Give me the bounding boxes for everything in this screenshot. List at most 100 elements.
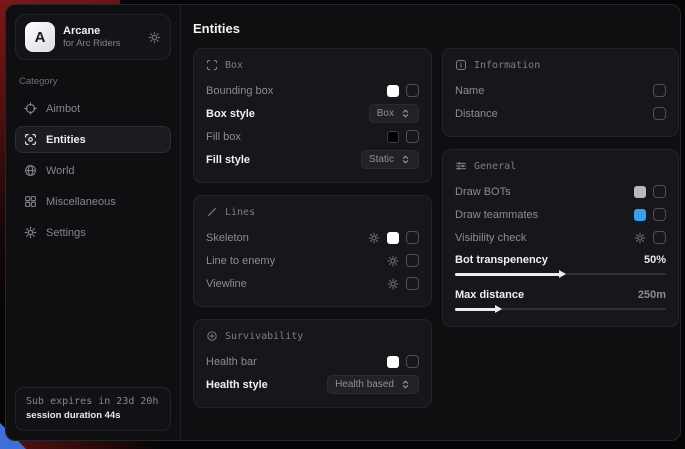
subscription-card: Sub expires in 23d 20h session duration … bbox=[15, 387, 171, 431]
sidebar-nav: Aimbot Entities World Miscellaneous Sett… bbox=[15, 95, 171, 246]
globe-icon bbox=[24, 164, 37, 177]
setting-label: Fill style bbox=[206, 154, 250, 166]
setting-row-line-to-enemy: Line to enemy bbox=[206, 250, 419, 271]
setting-label: Visibility check bbox=[455, 232, 526, 244]
sidebar-item-settings[interactable]: Settings bbox=[15, 219, 171, 246]
checkbox[interactable] bbox=[406, 130, 419, 143]
sidebar-item-entities[interactable]: Entities bbox=[15, 126, 171, 153]
sidebar: A Arcane for Arc Riders Category Aimbot … bbox=[6, 5, 181, 440]
sidebar-item-label: Aimbot bbox=[46, 103, 80, 115]
gear-icon[interactable] bbox=[634, 232, 646, 244]
sidebar-item-aimbot[interactable]: Aimbot bbox=[15, 95, 171, 122]
color-swatch[interactable] bbox=[634, 209, 646, 221]
checkbox[interactable] bbox=[406, 277, 419, 290]
dropdown-value: Static bbox=[369, 154, 394, 165]
max-distance-slider[interactable] bbox=[455, 304, 666, 314]
setting-label: Bot transpenency bbox=[455, 254, 548, 266]
setting-label: Max distance bbox=[455, 289, 524, 301]
sidebar-item-world[interactable]: World bbox=[15, 157, 171, 184]
setting-row-name: Name bbox=[455, 80, 666, 101]
setting-row-distance: Distance bbox=[455, 103, 666, 124]
sliders-icon bbox=[455, 160, 467, 172]
setting-label: Health bar bbox=[206, 356, 257, 368]
setting-label: Bounding box bbox=[206, 85, 273, 97]
card-box-header: Box bbox=[206, 59, 419, 71]
checkbox[interactable] bbox=[653, 185, 666, 198]
color-swatch[interactable] bbox=[387, 356, 399, 368]
setting-label: Draw BOTs bbox=[455, 186, 511, 198]
setting-row-health-style: Health style Health based bbox=[206, 374, 419, 395]
sidebar-item-label: Miscellaneous bbox=[46, 196, 116, 208]
sidebar-item-label: World bbox=[46, 165, 75, 177]
setting-label: Skeleton bbox=[206, 232, 249, 244]
slider-fill bbox=[455, 273, 561, 276]
box-corners-icon bbox=[206, 59, 218, 71]
checkbox[interactable] bbox=[653, 84, 666, 97]
chevrons-up-down-icon bbox=[400, 379, 411, 390]
setting-label: Health style bbox=[206, 379, 268, 391]
color-swatch[interactable] bbox=[387, 131, 399, 143]
card-general-header: General bbox=[455, 160, 666, 172]
gear-icon[interactable] bbox=[387, 278, 399, 290]
checkbox[interactable] bbox=[653, 208, 666, 221]
brand-card: A Arcane for Arc Riders bbox=[15, 14, 171, 60]
gear-icon bbox=[24, 226, 37, 239]
checkbox[interactable] bbox=[653, 107, 666, 120]
setting-row-draw-teammates: Draw teammates bbox=[455, 204, 666, 225]
brand-title: Arcane bbox=[63, 25, 140, 38]
setting-row-fill-box: Fill box bbox=[206, 126, 419, 147]
setting-row-draw-bots: Draw BOTs bbox=[455, 181, 666, 202]
setting-row-box-style: Box style Box bbox=[206, 103, 419, 124]
checkbox[interactable] bbox=[653, 231, 666, 244]
dropdown-value: Health based bbox=[335, 379, 394, 390]
line-icon bbox=[206, 206, 218, 218]
setting-label: Viewline bbox=[206, 278, 247, 290]
checkbox[interactable] bbox=[406, 254, 419, 267]
gear-icon[interactable] bbox=[387, 255, 399, 267]
slider-thumb[interactable] bbox=[559, 270, 566, 278]
card-title: Survivability bbox=[225, 331, 303, 342]
layout-grid-icon bbox=[24, 195, 37, 208]
setting-row-fill-style: Fill style Static bbox=[206, 149, 419, 170]
dropdown-box-style[interactable]: Box bbox=[369, 104, 419, 123]
scan-eye-icon bbox=[24, 133, 37, 146]
brand-settings-gear-icon[interactable] bbox=[148, 31, 161, 44]
chevrons-up-down-icon bbox=[400, 154, 411, 165]
slider-thumb[interactable] bbox=[495, 305, 502, 313]
slider-value: 250m bbox=[638, 289, 666, 301]
dropdown-fill-style[interactable]: Static bbox=[361, 150, 419, 169]
main-content: Entities Box Bounding box bbox=[181, 5, 681, 440]
crosshair-icon bbox=[24, 102, 37, 115]
setting-label: Fill box bbox=[206, 131, 241, 143]
setting-row-bot-transparency: Bot transpenency 50% bbox=[455, 254, 666, 279]
chevrons-up-down-icon bbox=[400, 108, 411, 119]
card-survivability: Survivability Health bar Health style bbox=[193, 319, 432, 408]
color-swatch[interactable] bbox=[387, 232, 399, 244]
color-swatch[interactable] bbox=[634, 186, 646, 198]
card-title: Information bbox=[474, 60, 540, 71]
slider-value: 50% bbox=[644, 254, 666, 266]
dropdown-value: Box bbox=[377, 108, 394, 119]
gear-icon[interactable] bbox=[368, 232, 380, 244]
bot-transparency-slider[interactable] bbox=[455, 269, 666, 279]
card-title: General bbox=[474, 161, 516, 172]
health-cross-icon bbox=[206, 330, 218, 342]
card-survivability-header: Survivability bbox=[206, 330, 419, 342]
checkbox[interactable] bbox=[406, 355, 419, 368]
sidebar-item-miscellaneous[interactable]: Miscellaneous bbox=[15, 188, 171, 215]
card-box: Box Bounding box Box style Box bbox=[193, 48, 432, 183]
sidebar-item-label: Entities bbox=[46, 134, 86, 146]
app-window: A Arcane for Arc Riders Category Aimbot … bbox=[5, 4, 681, 441]
dropdown-health-style[interactable]: Health based bbox=[327, 375, 419, 394]
checkbox[interactable] bbox=[406, 231, 419, 244]
info-icon bbox=[455, 59, 467, 71]
checkbox[interactable] bbox=[406, 84, 419, 97]
setting-label: Distance bbox=[455, 108, 498, 120]
card-general: General Draw BOTs Draw teammates bbox=[442, 149, 679, 327]
page-title: Entities bbox=[193, 21, 679, 36]
setting-label: Draw teammates bbox=[455, 209, 538, 221]
card-information: Information Name Distance bbox=[442, 48, 679, 137]
category-label: Category bbox=[19, 76, 171, 87]
color-swatch[interactable] bbox=[387, 85, 399, 97]
setting-label: Name bbox=[455, 85, 484, 97]
